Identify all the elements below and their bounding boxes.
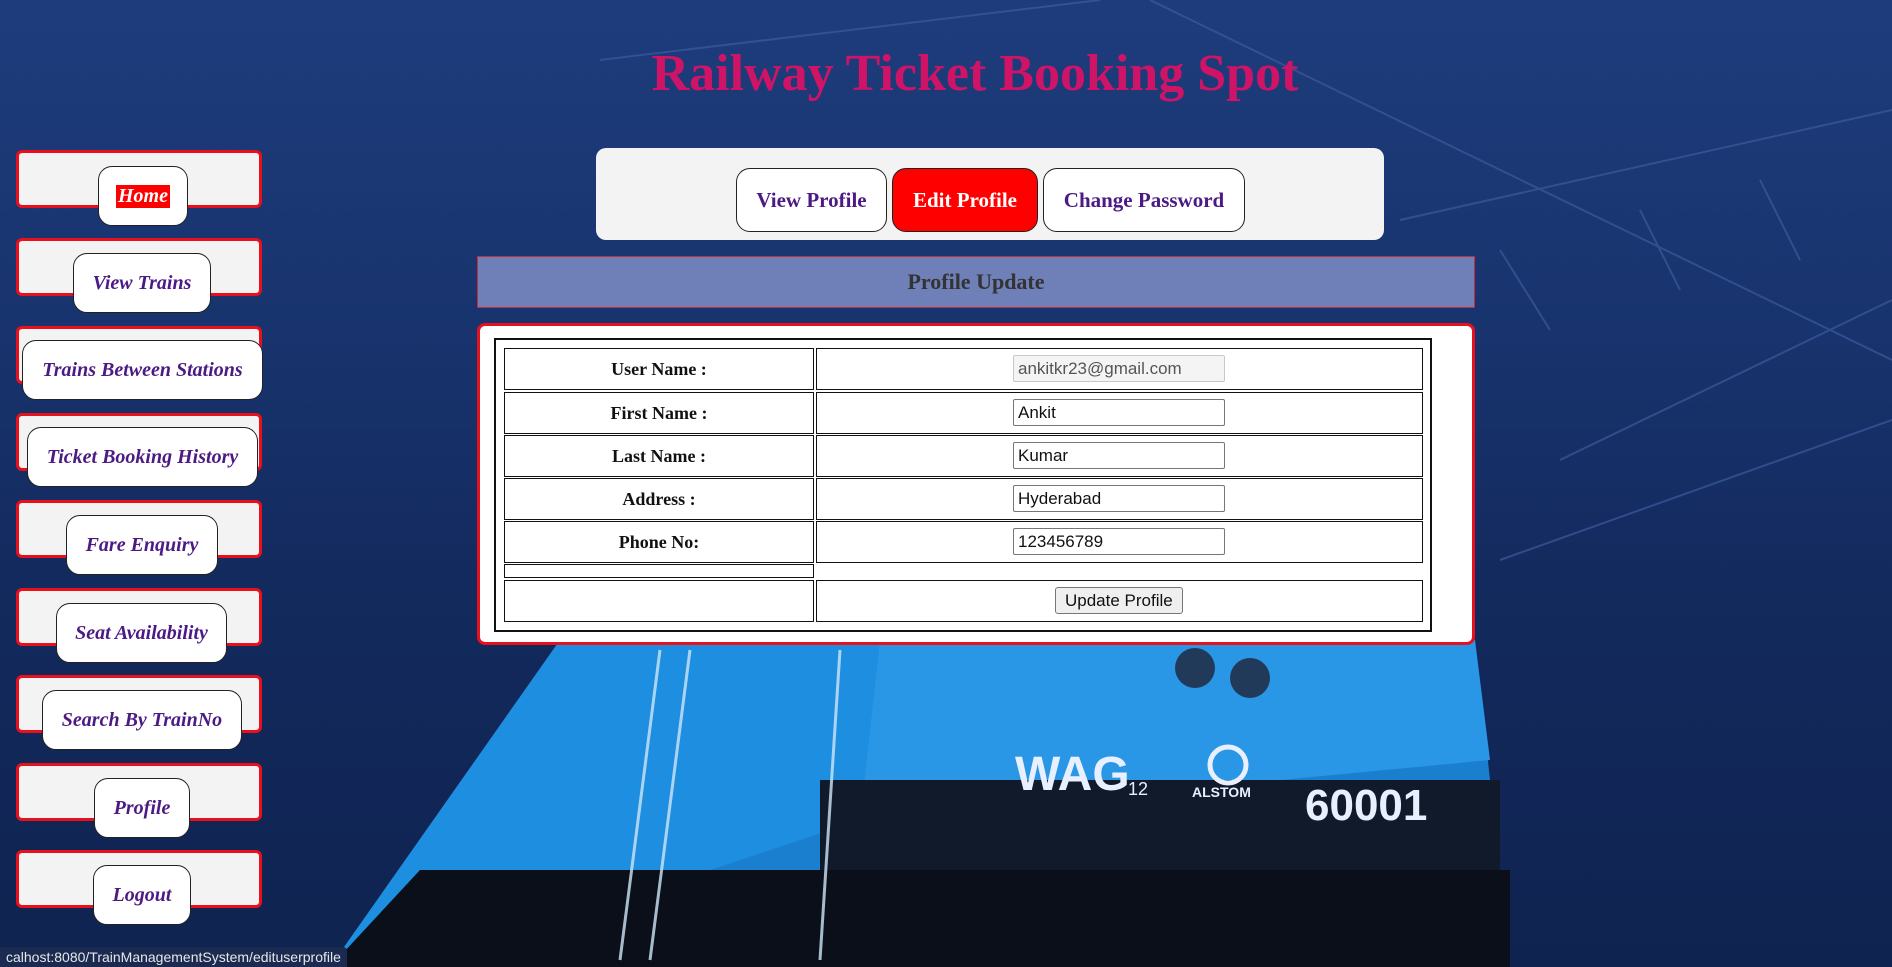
username-field[interactable] xyxy=(1013,355,1225,382)
phone-cell xyxy=(816,521,1423,563)
username-cell xyxy=(816,348,1423,390)
sidebar-item-label: Search By TrainNo xyxy=(61,708,223,731)
loco-label-wag: WAG xyxy=(1015,748,1130,801)
sidebar-item-label: Logout xyxy=(112,883,172,906)
first-name-field[interactable] xyxy=(1013,399,1225,426)
update-profile-button[interactable]: Update Profile xyxy=(1055,587,1183,614)
sidebar-item-label: Trains Between Stations xyxy=(42,358,243,381)
page-title: Railway Ticket Booking Spot xyxy=(651,45,1299,102)
form-table: User Name : First Name : Last Name : Add… xyxy=(494,338,1432,632)
sidebar-item-seat-availability[interactable]: Seat Availability xyxy=(56,603,227,663)
tab-change-password[interactable]: Change Password xyxy=(1043,168,1245,232)
profile-update-form: User Name : First Name : Last Name : Add… xyxy=(477,323,1475,645)
sidebar-item-trains-between-stations[interactable]: Trains Between Stations xyxy=(22,340,263,400)
spacer-cell xyxy=(504,564,814,578)
status-bar-url: calhost:8080/TrainManagementSystem/editu… xyxy=(0,947,347,967)
username-label: User Name : xyxy=(504,348,814,390)
phone-field[interactable] xyxy=(1013,528,1225,555)
tab-view-profile[interactable]: View Profile xyxy=(736,168,887,232)
sidebar-item-label: Fare Enquiry xyxy=(85,533,199,556)
sidebar-item-label: Home xyxy=(116,184,170,208)
loco-label-maker: ALSTOM xyxy=(1192,784,1251,800)
address-cell xyxy=(816,478,1423,520)
loco-label-serial: 60001 xyxy=(1305,781,1427,830)
last-name-cell xyxy=(816,435,1423,477)
sidebar-item-label: Ticket Booking History xyxy=(46,445,239,468)
last-name-label: Last Name : xyxy=(504,435,814,477)
phone-label: Phone No: xyxy=(504,521,814,563)
last-name-field[interactable] xyxy=(1013,442,1225,469)
sidebar-item-label: Seat Availability xyxy=(75,621,208,644)
empty-cell xyxy=(504,580,814,622)
profile-tab-bar: View Profile Edit Profile Change Passwor… xyxy=(596,148,1384,240)
section-title: Profile Update xyxy=(477,256,1475,308)
sidebar-item-view-trains[interactable]: View Trains xyxy=(73,253,211,313)
address-field[interactable] xyxy=(1013,485,1225,512)
submit-cell: Update Profile xyxy=(816,580,1423,622)
tab-edit-profile[interactable]: Edit Profile xyxy=(892,168,1038,232)
sidebar-item-logout[interactable]: Logout xyxy=(93,865,191,925)
sidebar-item-label: View Trains xyxy=(92,271,192,294)
sidebar-item-profile[interactable]: Profile xyxy=(94,778,190,838)
sidebar-item-ticket-booking-history[interactable]: Ticket Booking History xyxy=(27,427,258,487)
first-name-cell xyxy=(816,392,1423,434)
sidebar-item-search-by-trainno[interactable]: Search By TrainNo xyxy=(42,690,242,750)
sidebar-item-fare-enquiry[interactable]: Fare Enquiry xyxy=(66,515,218,575)
sidebar-item-home[interactable]: Home xyxy=(98,166,188,226)
loco-label-number: 12 xyxy=(1128,779,1148,799)
first-name-label: First Name : xyxy=(504,392,814,434)
sidebar-item-label: Profile xyxy=(113,796,171,819)
address-label: Address : xyxy=(504,478,814,520)
